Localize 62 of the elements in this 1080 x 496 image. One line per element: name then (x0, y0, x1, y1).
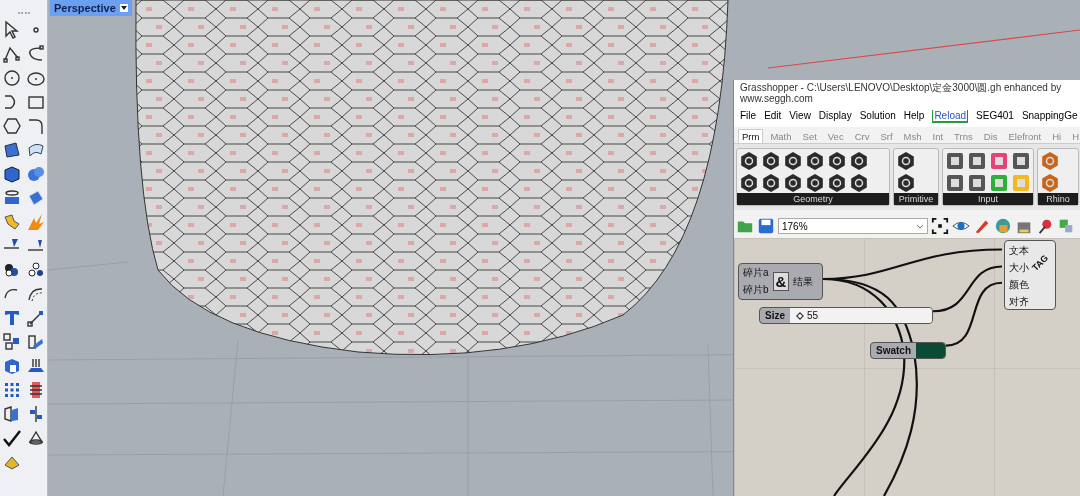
number-slider[interactable]: Size 55 (759, 307, 933, 324)
input-label: 碎片a (743, 266, 769, 280)
hexagon-icon[interactable] (761, 151, 781, 171)
menu-item[interactable]: Solution (859, 110, 896, 123)
output-label: 结果 (793, 274, 814, 289)
input-label: 颜色 (1009, 278, 1029, 292)
caret-icon[interactable] (119, 4, 128, 12)
operator-symbol: & (772, 272, 790, 291)
component-nickname: TAG (1030, 253, 1051, 273)
polyline-icon[interactable] (1, 44, 22, 64)
surface-icon[interactable] (1, 140, 22, 160)
hexagon-icon[interactable] (849, 173, 869, 193)
slider-grip-icon[interactable] (795, 311, 804, 320)
menu-item[interactable]: SEG401 (976, 110, 1014, 123)
swatch-label: Swatch (875, 344, 912, 358)
check-icon[interactable] (1, 428, 22, 448)
hexagon-icon[interactable] (783, 173, 803, 193)
ribbon-tab[interactable]: Prm (738, 129, 764, 143)
menu-item[interactable]: File (740, 110, 757, 123)
swatch-component[interactable]: Swatch (870, 342, 946, 359)
cube-icon[interactable] (1, 164, 22, 184)
polygon-icon[interactable] (1, 116, 22, 136)
menu-item[interactable]: Help (903, 110, 925, 123)
hexagon-icon[interactable] (896, 173, 916, 193)
menu-item[interactable]: Display (818, 110, 852, 123)
hexagon-icon[interactable] (849, 151, 869, 171)
move-icon[interactable] (25, 332, 46, 352)
color-swatch[interactable] (916, 343, 945, 358)
hexagon-icon[interactable] (739, 173, 759, 193)
menu-item[interactable]: Edit (764, 110, 782, 123)
save-icon[interactable] (757, 217, 775, 235)
menu-item[interactable]: SnappingGe (1021, 110, 1078, 123)
ribbon-group-label: Rhino (1038, 193, 1078, 205)
viewport-tab[interactable]: Perspective (50, 0, 132, 16)
window-title: Grasshopper - C:\Users\LENOVO\Desktop\定金3000\圆.gh enhanced by www.seggh.com (734, 80, 1080, 106)
menu-item[interactable]: View (789, 110, 811, 123)
line-icon[interactable] (25, 308, 46, 328)
slider-label: Size (764, 309, 786, 323)
ribbon-group-label: Input (943, 193, 1033, 205)
ribbon-group-label: Geometry (737, 193, 889, 205)
hexagon-icon[interactable] (783, 151, 803, 171)
slider-track[interactable]: 55 (790, 308, 932, 323)
hexagon-icon[interactable] (761, 173, 781, 193)
squares-icon[interactable] (1, 332, 22, 352)
sphere-icon[interactable] (25, 164, 46, 184)
hexagon-icon[interactable] (805, 173, 825, 193)
hexagon-icon[interactable] (896, 151, 916, 171)
circle-icon[interactable] (1, 68, 22, 88)
input-label: 碎片b (743, 283, 769, 297)
zoom-dropdown[interactable]: 176% (778, 218, 928, 234)
input-label: 大小 (1009, 261, 1029, 275)
hexagon-icon[interactable] (805, 151, 825, 171)
hexagon-icon[interactable] (827, 151, 847, 171)
pin-icon[interactable] (1036, 217, 1054, 235)
ribbon-group-label: Primitive (894, 193, 938, 205)
input-label: 文本 (1009, 244, 1029, 258)
hexagon-icon[interactable] (739, 151, 759, 171)
hexagon-icon[interactable] (827, 173, 847, 193)
input-label: 对齐 (1009, 295, 1029, 309)
slider-value: 55 (806, 310, 819, 321)
dots-icon[interactable] (25, 260, 46, 280)
zoom-extents-icon[interactable] (931, 217, 949, 235)
